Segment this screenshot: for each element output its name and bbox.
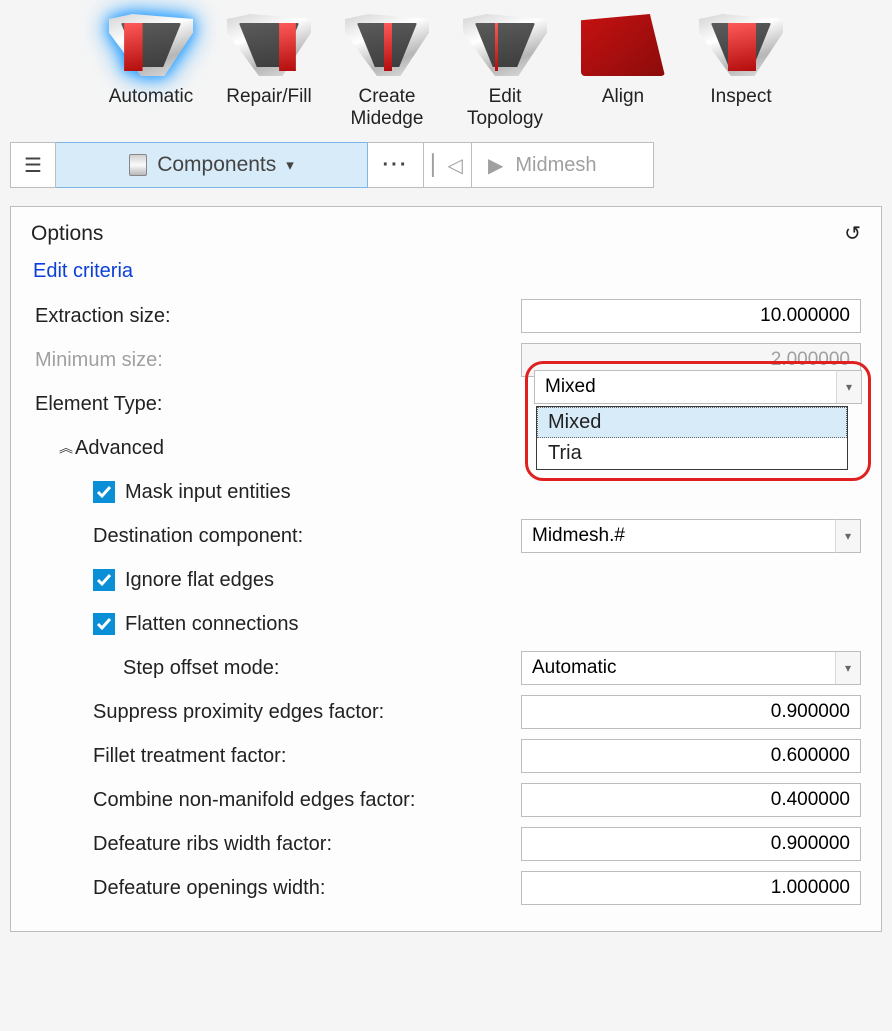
- component-icon: [129, 154, 147, 176]
- play-icon: ▶: [488, 153, 503, 178]
- previous-button[interactable]: ▏◁: [424, 142, 472, 188]
- ribbon-item-automatic[interactable]: Automatic: [92, 6, 210, 134]
- element-type-option-tria[interactable]: Tria: [537, 438, 847, 469]
- play-label: Midmesh: [515, 154, 596, 177]
- flatten-checkbox[interactable]: [93, 613, 115, 635]
- ribbon-label: Align: [602, 86, 644, 134]
- more-options-button[interactable]: ···: [368, 142, 424, 188]
- ribbon-item-edit-topology[interactable]: Edit Topology: [446, 6, 564, 134]
- suppress-input[interactable]: [521, 695, 861, 729]
- secondary-toolbar: ☰ Components ▾ ··· ▏◁ ▶ Midmesh: [10, 142, 882, 188]
- reset-button[interactable]: ↺: [844, 221, 861, 246]
- mask-input-label: Mask input entities: [125, 481, 291, 504]
- create-midedge-icon: [339, 6, 435, 84]
- extraction-size-input[interactable]: [521, 299, 861, 333]
- ribbon-label: Create Midedge: [351, 86, 424, 134]
- inspect-icon: [693, 6, 789, 84]
- element-type-highlight: ▾ Mixed Tria: [525, 361, 871, 481]
- align-icon: [575, 6, 671, 84]
- components-selector[interactable]: Components ▾: [56, 142, 368, 188]
- suppress-label: Suppress proximity edges factor:: [31, 701, 471, 724]
- chevron-down-icon[interactable]: ▾: [835, 651, 861, 685]
- step-offset-combo[interactable]: ▾: [521, 651, 861, 685]
- chevron-up-double-icon: ︽: [59, 445, 67, 451]
- edit-topology-icon: [457, 6, 553, 84]
- repair-fill-icon: [221, 6, 317, 84]
- defeature-ribs-label: Defeature ribs width factor:: [31, 833, 471, 856]
- ignore-flat-checkbox[interactable]: [93, 569, 115, 591]
- ribbon-label: Edit Topology: [467, 86, 543, 134]
- element-type-input[interactable]: [534, 370, 862, 404]
- step-offset-label: Step offset mode:: [31, 657, 471, 680]
- destination-input[interactable]: [521, 519, 861, 553]
- combine-input[interactable]: [521, 783, 861, 817]
- element-type-label: Element Type:: [31, 393, 471, 416]
- ribbon-label: Inspect: [710, 86, 771, 134]
- ribbon-label: Repair/Fill: [226, 86, 312, 134]
- options-panel: Options ↺ Edit criteria Extraction size:…: [10, 206, 882, 932]
- ribbon-item-create-midedge[interactable]: Create Midedge: [328, 6, 446, 134]
- advanced-label: Advanced: [75, 437, 164, 460]
- skip-back-icon: ▏◁: [432, 153, 463, 178]
- chevron-down-icon[interactable]: ▾: [836, 370, 862, 404]
- defeature-ribs-input[interactable]: [521, 827, 861, 861]
- automatic-icon: [103, 6, 199, 84]
- ribbon-item-inspect[interactable]: Inspect: [682, 6, 800, 134]
- element-type-combo[interactable]: ▾: [534, 370, 862, 404]
- element-type-dropdown: Mixed Tria: [536, 406, 848, 470]
- edit-criteria-link[interactable]: Edit criteria: [33, 260, 133, 283]
- element-type-option-mixed[interactable]: Mixed: [537, 407, 847, 438]
- destination-label: Destination component:: [31, 525, 471, 548]
- ribbon-item-repair-fill[interactable]: Repair/Fill: [210, 6, 328, 134]
- mask-input-checkbox[interactable]: [93, 481, 115, 503]
- chevron-down-icon[interactable]: ▾: [835, 519, 861, 553]
- extraction-size-label: Extraction size:: [31, 305, 471, 328]
- fillet-input[interactable]: [521, 739, 861, 773]
- flatten-label: Flatten connections: [125, 613, 298, 636]
- minimum-size-label: Minimum size:: [31, 349, 471, 372]
- combine-label: Combine non-manifold edges factor:: [31, 789, 471, 812]
- hamburger-icon: ☰: [24, 153, 42, 178]
- hamburger-button[interactable]: ☰: [10, 142, 56, 188]
- fillet-label: Fillet treatment factor:: [31, 745, 471, 768]
- ribbon-toolbar: Automatic Repair/Fill Create Midedge Edi…: [0, 0, 892, 134]
- destination-combo[interactable]: ▾: [521, 519, 861, 553]
- components-label: Components: [157, 153, 276, 177]
- step-offset-input[interactable]: [521, 651, 861, 685]
- defeature-open-input[interactable]: [521, 871, 861, 905]
- panel-title: Options: [31, 222, 103, 246]
- ellipsis-icon: ···: [383, 154, 409, 177]
- ribbon-label: Automatic: [109, 86, 193, 134]
- ignore-flat-label: Ignore flat edges: [125, 569, 274, 592]
- ribbon-item-align[interactable]: Align: [564, 6, 682, 134]
- run-midmesh-button[interactable]: ▶ Midmesh: [472, 142, 654, 188]
- defeature-open-label: Defeature openings width:: [31, 877, 471, 900]
- chevron-down-icon: ▾: [286, 156, 294, 174]
- advanced-expander[interactable]: ︽ Advanced: [31, 437, 471, 460]
